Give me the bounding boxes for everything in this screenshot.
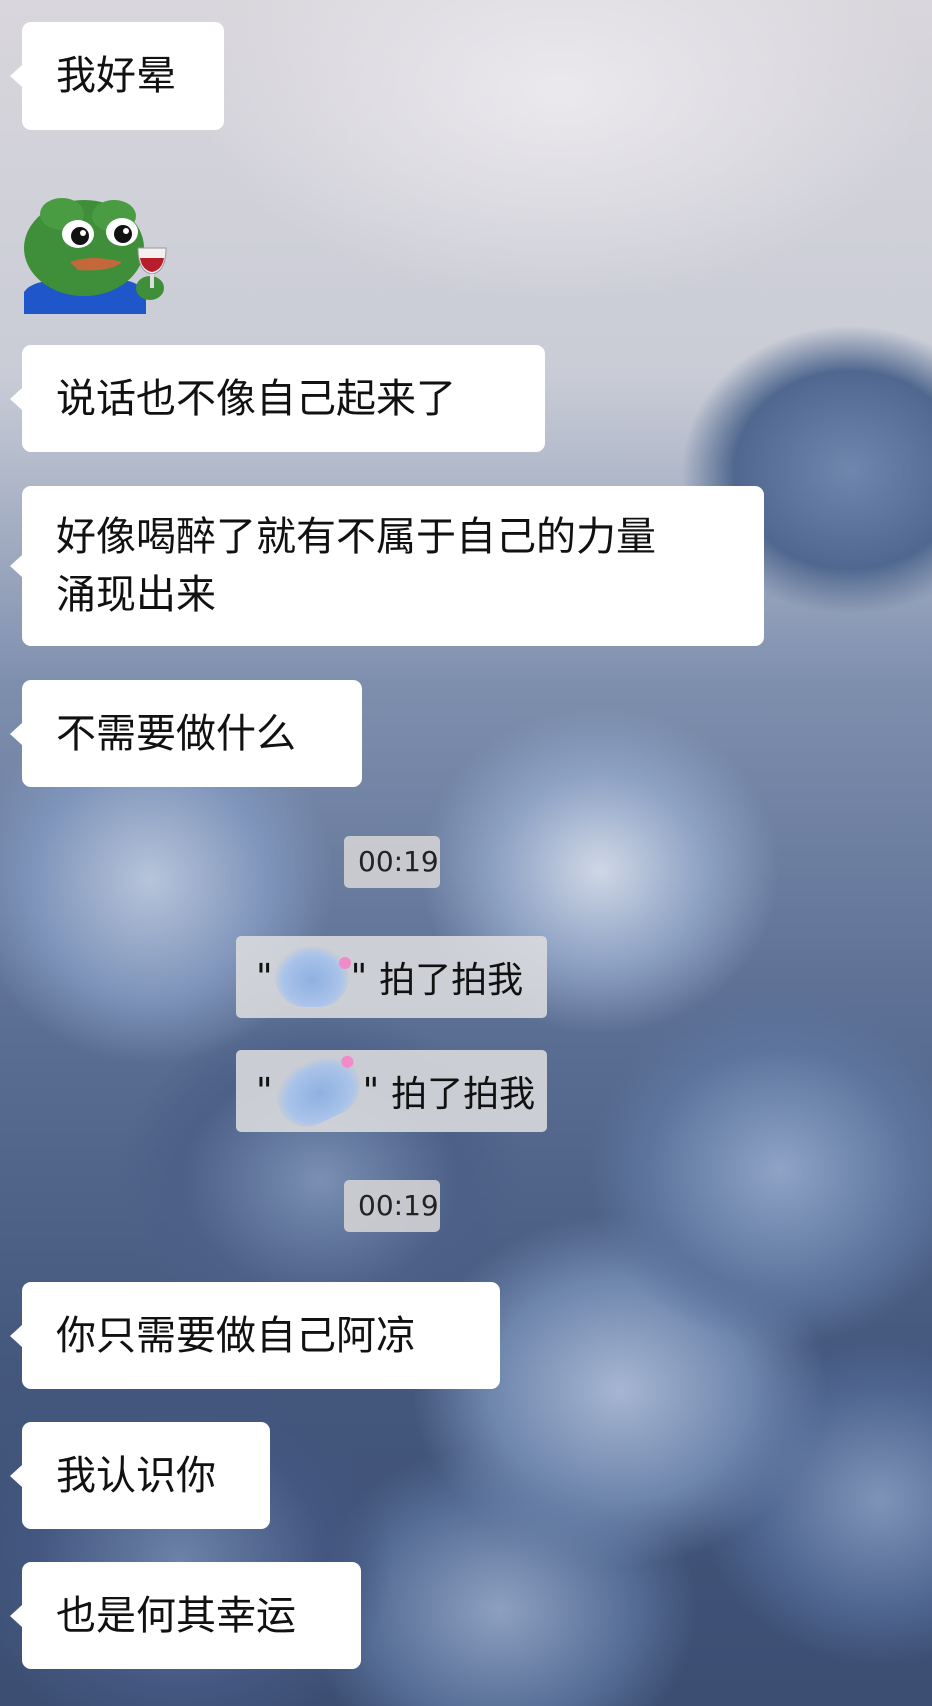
pat-notification: " " 拍了拍我 xyxy=(236,936,547,1018)
pepe-frog-sticker-icon[interactable] xyxy=(22,196,172,314)
message-text: 我认识你 xyxy=(56,1452,216,1499)
quote-mark: " xyxy=(256,1070,273,1112)
blurred-name-icon xyxy=(265,1045,370,1137)
message-bubble[interactable]: 我好晕 xyxy=(10,22,224,130)
message-bubble[interactable]: 也是何其幸运 xyxy=(10,1562,361,1669)
message-text: 也是何其幸运 xyxy=(56,1592,296,1639)
timestamp: 00:19 xyxy=(344,836,440,888)
quote-mark: " xyxy=(362,1070,380,1112)
message-text: 不需要做什么 xyxy=(56,710,296,757)
message-text: 你只需要做自己阿凉 xyxy=(56,1312,416,1359)
message-text: 我好晕 xyxy=(56,53,176,99)
pat-action-text: 拍了拍我 xyxy=(391,1074,536,1115)
message-text: 说话也不像自己起来了 xyxy=(56,375,456,422)
timestamp: 00:19 xyxy=(344,1180,440,1232)
quote-mark: " xyxy=(256,956,273,998)
message-bubble[interactable]: 好像喝醉了就有不属于自己的力量 涌现出来 xyxy=(10,486,764,646)
message-bubble[interactable]: 说话也不像自己起来了 xyxy=(10,345,545,452)
message-bubble[interactable]: 我认识你 xyxy=(10,1422,270,1529)
pat-notification: " " 拍了拍我 xyxy=(236,1045,547,1137)
message-text-line: 涌现出来 xyxy=(56,572,216,618)
quote-mark: " xyxy=(350,956,368,998)
pat-action-text: 拍了拍我 xyxy=(379,960,524,1001)
message-bubble[interactable]: 不需要做什么 xyxy=(10,680,362,787)
message-text-line: 好像喝醉了就有不属于自己的力量 xyxy=(56,514,656,560)
blurred-name-icon xyxy=(274,947,351,1007)
message-bubble[interactable]: 你只需要做自己阿凉 xyxy=(10,1282,500,1389)
